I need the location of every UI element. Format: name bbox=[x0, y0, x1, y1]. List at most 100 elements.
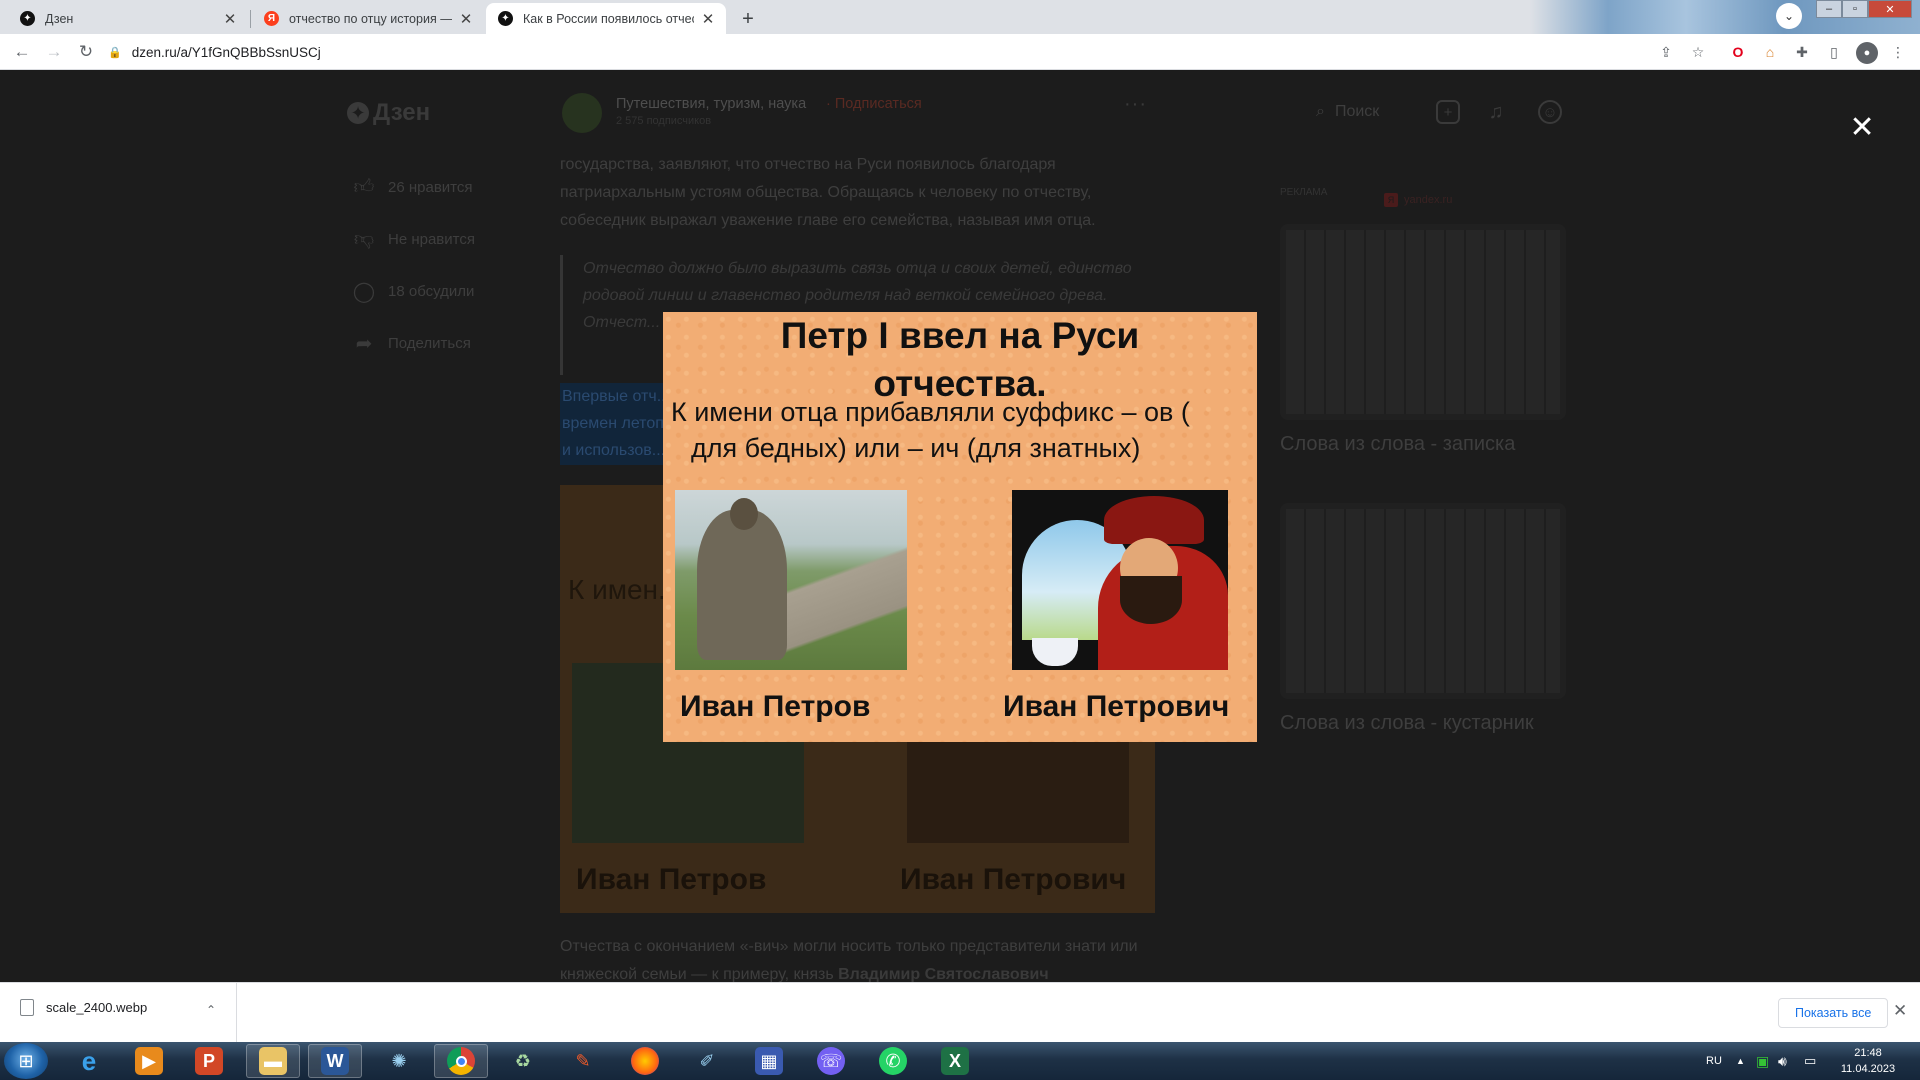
close-icon[interactable]: ✕ bbox=[700, 10, 716, 28]
network-icon[interactable]: ▭ bbox=[1804, 1042, 1816, 1080]
ad-title[interactable]: Слова из слова - записка bbox=[1280, 433, 1515, 456]
window-close-button[interactable]: ✕ bbox=[1868, 0, 1912, 18]
taskbar-app[interactable]: ✺ bbox=[372, 1044, 426, 1078]
viber-icon: ☏ bbox=[817, 1047, 845, 1075]
close-icon[interactable]: ✕ bbox=[458, 10, 474, 28]
powerpoint-icon: P bbox=[195, 1047, 223, 1075]
download-item[interactable]: scale_2400.webp bbox=[20, 999, 147, 1016]
address-bar[interactable]: 🔒 dzen.ru/a/Y1fGnQBBbSsnUSCj bbox=[108, 38, 1688, 66]
tab-label: отчество по отцу история — Ян bbox=[289, 11, 452, 26]
word-icon: W bbox=[321, 1047, 349, 1075]
search-icon: ⌕ bbox=[1316, 103, 1325, 120]
maximize-button[interactable]: ▫ bbox=[1842, 0, 1868, 18]
taskbar-app[interactable]: ✐ bbox=[680, 1044, 734, 1078]
calendar-icon: ▦ bbox=[755, 1047, 783, 1075]
image-name-right: Иван Петрович bbox=[900, 863, 1127, 896]
folder-icon: ▬ bbox=[259, 1047, 287, 1075]
back-button[interactable]: ← bbox=[10, 40, 34, 64]
image-name-left: Иван Петров bbox=[576, 863, 767, 896]
taskbar-powerpoint[interactable]: P bbox=[182, 1044, 236, 1078]
comment-icon: ◯ bbox=[352, 281, 376, 303]
channel-name[interactable]: Путешествия, туризм, наука bbox=[616, 96, 806, 112]
user-account-icon[interactable]: ☺ bbox=[1538, 100, 1562, 124]
ad-title[interactable]: Слова из слова - кустарник bbox=[1280, 712, 1534, 735]
ad-card[interactable] bbox=[1280, 503, 1566, 699]
arrow-left-icon: ← bbox=[13, 42, 31, 61]
taskbar-calendar[interactable]: ▦ bbox=[742, 1044, 796, 1078]
taskbar-firefox[interactable] bbox=[618, 1044, 672, 1078]
internet-explorer-icon: e bbox=[81, 1045, 97, 1076]
system-clock[interactable]: 21:48 11.04.2023 bbox=[1838, 1045, 1898, 1077]
paint-brush-icon: ✐ bbox=[699, 1050, 715, 1071]
reload-button[interactable]: ↻ bbox=[74, 40, 98, 64]
taskbar-whatsapp[interactable]: ✆ bbox=[866, 1044, 920, 1078]
start-button[interactable]: ⊞ bbox=[4, 1043, 48, 1079]
article-paragraph: государства, заявляют, что отчество на Р… bbox=[560, 156, 1096, 229]
tab-search-button[interactable]: ⌄ bbox=[1776, 3, 1802, 29]
taskbar-explorer[interactable]: ▬ bbox=[246, 1044, 300, 1078]
add-post-icon[interactable]: + bbox=[1436, 100, 1460, 124]
more-options-icon[interactable]: ··· bbox=[1124, 93, 1147, 116]
tab-yandex-search[interactable]: Я отчество по отцу история — Ян ✕ bbox=[252, 3, 484, 34]
taskbar-media-player[interactable]: ▶ bbox=[122, 1044, 176, 1078]
paint-icon: ✎ bbox=[575, 1050, 591, 1071]
show-all-downloads-button[interactable]: Показать все bbox=[1778, 998, 1889, 1028]
forward-button[interactable]: → bbox=[42, 40, 66, 64]
close-icon[interactable]: ✕ bbox=[1849, 113, 1874, 143]
subscribe-link[interactable]: · Подписаться bbox=[826, 96, 922, 112]
arrow-right-icon: → bbox=[45, 42, 63, 61]
bell-icon[interactable]: ♫ bbox=[1484, 100, 1508, 124]
ad-source[interactable]: Я yandex.ru bbox=[1384, 193, 1452, 207]
like-button[interactable]: 👍︎ 26 нравится bbox=[352, 175, 473, 199]
chrome-icon bbox=[447, 1047, 475, 1075]
file-icon bbox=[20, 999, 34, 1016]
close-icon[interactable]: ✕ bbox=[1893, 1001, 1907, 1021]
search-button[interactable]: ⌕ Поиск bbox=[1316, 103, 1379, 121]
opera-extension-icon[interactable]: O bbox=[1728, 42, 1748, 62]
dzen-logo[interactable]: ✦ Дзен bbox=[347, 99, 430, 127]
profile-avatar-icon[interactable]: ● bbox=[1856, 42, 1878, 64]
taskbar-excel[interactable]: X bbox=[928, 1044, 982, 1078]
lock-icon: 🔒 bbox=[108, 46, 122, 59]
taskbar-viber[interactable]: ☏ bbox=[804, 1044, 858, 1078]
thumb-down-icon: 👎︎ bbox=[353, 228, 375, 250]
toolbar: ← → ↻ 🔒 dzen.ru/a/Y1fGnQBBbSsnUSCj ⇪ ☆ O… bbox=[0, 34, 1920, 70]
taskbar-word[interactable]: W bbox=[308, 1044, 362, 1078]
menu-kebab-icon[interactable]: ⋮ bbox=[1888, 42, 1908, 62]
minimize-button[interactable]: – bbox=[1816, 0, 1842, 18]
yandex-icon: Я bbox=[264, 11, 279, 26]
language-indicator[interactable]: RU bbox=[1706, 1042, 1722, 1080]
tab-article[interactable]: ✦ Как в России появилось отчеств ✕ bbox=[486, 3, 726, 34]
share-icon: ➦ bbox=[355, 333, 373, 355]
bookmark-star-icon[interactable]: ☆ bbox=[1688, 42, 1708, 62]
download-shelf: scale_2400.webp ⌃ Показать все ✕ bbox=[0, 982, 1920, 1043]
close-icon[interactable]: ✕ bbox=[222, 10, 238, 28]
share-button[interactable]: ➦ Поделиться bbox=[352, 331, 471, 356]
ad-card[interactable] bbox=[1280, 224, 1566, 420]
extension-house-icon[interactable]: ⌂ bbox=[1760, 42, 1780, 62]
volume-icon[interactable]: 🔊︎ bbox=[1778, 1042, 1787, 1080]
yandex-icon: Я bbox=[1384, 193, 1398, 207]
taskbar-app[interactable]: ♻ bbox=[496, 1044, 550, 1078]
taskbar-chrome[interactable] bbox=[434, 1044, 488, 1078]
thumb-up-icon: 👍︎ bbox=[353, 176, 375, 198]
new-tab-button[interactable]: + bbox=[734, 5, 762, 33]
share-icon[interactable]: ⇪ bbox=[1656, 42, 1676, 62]
tab-label: Дзен bbox=[45, 11, 74, 26]
chevron-up-icon[interactable]: ⌃ bbox=[206, 1003, 216, 1017]
dislike-button[interactable]: 👎︎ Не нравится bbox=[352, 227, 475, 251]
side-panel-icon[interactable]: ▯ bbox=[1824, 42, 1844, 62]
windows-logo-icon: ⊞ bbox=[18, 1050, 34, 1071]
channel-avatar[interactable] bbox=[562, 93, 602, 133]
show-hidden-icons[interactable]: ▲ bbox=[1736, 1042, 1745, 1080]
image-subtitle: К имени отца прибавляли суффикс – ов ( д… bbox=[671, 397, 1190, 463]
comments-button[interactable]: ◯ 18 обсудили bbox=[352, 279, 475, 304]
tab-dzen[interactable]: ✦ Дзен ✕ bbox=[8, 3, 248, 34]
tray-app-icon[interactable]: ▣ bbox=[1756, 1042, 1769, 1080]
taskbar-internet-explorer[interactable]: e bbox=[62, 1044, 116, 1078]
channel-meta: 2 575 подписчиков bbox=[616, 115, 712, 127]
app-icon: ✺ bbox=[391, 1050, 407, 1071]
puzzle-icon[interactable]: ✚ bbox=[1792, 42, 1812, 62]
excel-icon: X bbox=[941, 1047, 969, 1075]
taskbar-app[interactable]: ✎ bbox=[556, 1044, 610, 1078]
